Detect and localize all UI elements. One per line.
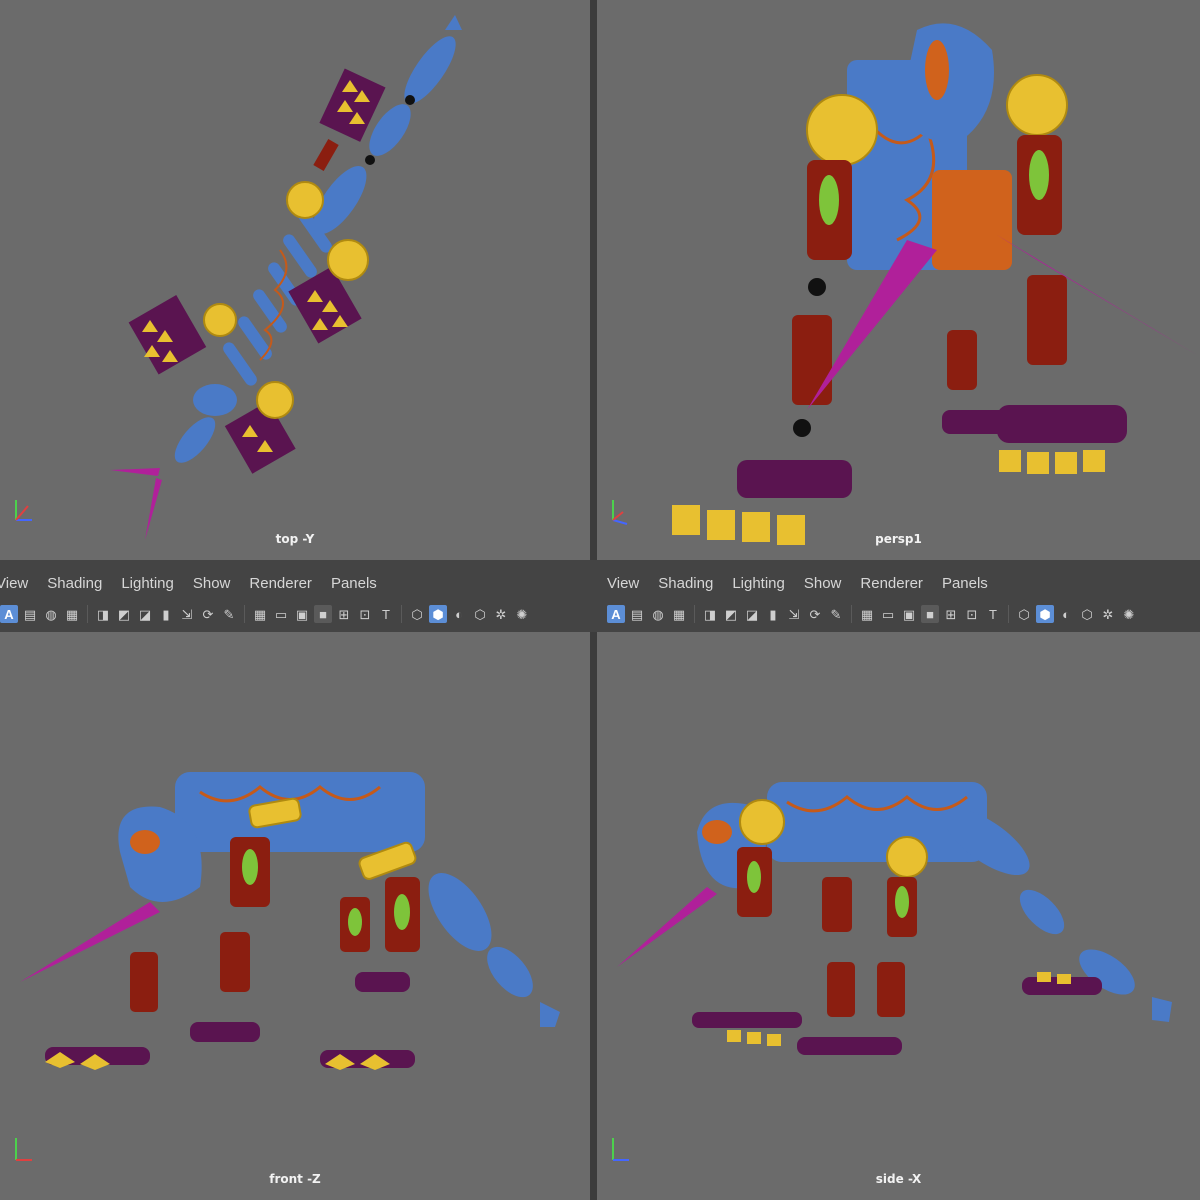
separator (87, 605, 88, 623)
gate-mask-icon[interactable]: ■ (921, 605, 939, 623)
shadows-icon[interactable]: ✺ (513, 605, 531, 623)
axis-gizmo-icon (15, 500, 32, 521)
camera-icon[interactable]: ◨ (701, 605, 719, 623)
bookmark-flag-icon[interactable]: ▮ (157, 605, 175, 623)
wireframe-icon[interactable]: ⬡ (408, 605, 426, 623)
wireframe-icon[interactable]: ⬡ (1015, 605, 1033, 623)
resolution-gate-icon[interactable]: ◪ (136, 605, 154, 623)
grid-icon[interactable]: ▦ (858, 605, 876, 623)
gate-mask-icon[interactable]: ■ (314, 605, 332, 623)
axis-gizmo-icon (612, 500, 628, 525)
robot-model-top-view (110, 15, 462, 540)
camera-attributes-icon[interactable]: ▤ (628, 605, 646, 623)
robot-model-persp-view (672, 23, 1197, 545)
shaded-wireframe-icon[interactable]: ◐ (450, 605, 468, 623)
separator (1008, 605, 1009, 623)
shaded-wireframe-icon[interactable]: ◐ (1057, 605, 1075, 623)
viewport-front[interactable]: front -Z (0, 632, 590, 1200)
lights-icon[interactable]: ✲ (1099, 605, 1117, 623)
grease-pencil-icon[interactable]: ✎ (827, 605, 845, 623)
safe-title-icon[interactable]: T (377, 605, 395, 623)
move-pivot-icon[interactable]: ⇲ (785, 605, 803, 623)
axis-gizmo-icon (612, 1138, 629, 1161)
panel-toolbar-right: A ▤ ◍ ▦ ◨ ◩ ◪ ▮ ⇲ ⟳ ✎ ▦ ▭ ▣ ■ ⊞ ⊡ T ⬡ ⬢ … (607, 601, 1138, 627)
viewport-label: top -Y (275, 532, 315, 546)
menu-panels[interactable]: Panels (942, 575, 988, 592)
panel-menubar-left: View Shading Lighting Show Renderer Pane… (0, 568, 396, 598)
rotate-pivot-icon[interactable]: ⟳ (199, 605, 217, 623)
menu-renderer[interactable]: Renderer (860, 575, 923, 592)
select-camera-button[interactable]: A (0, 605, 18, 623)
image-plane-icon[interactable]: ▦ (63, 605, 81, 623)
select-camera-button[interactable]: A (607, 605, 625, 623)
menu-view[interactable]: View (0, 575, 28, 592)
viewport-label: front -Z (269, 1172, 321, 1186)
viewport-label: persp1 (875, 532, 922, 546)
viewport-top[interactable]: top -Y (0, 0, 590, 560)
menu-show[interactable]: Show (193, 575, 231, 592)
resolution-gate-icon[interactable]: ◪ (743, 605, 761, 623)
film-gate-icon[interactable]: ◩ (722, 605, 740, 623)
menu-shading[interactable]: Shading (658, 575, 713, 592)
move-pivot-icon[interactable]: ⇲ (178, 605, 196, 623)
safe-title-icon[interactable]: T (984, 605, 1002, 623)
separator (851, 605, 852, 623)
textured-icon[interactable]: ⬡ (1078, 605, 1096, 623)
bookmark-icon[interactable]: ◍ (649, 605, 667, 623)
film-gate-toggle-icon[interactable]: ▭ (272, 605, 290, 623)
shadows-icon[interactable]: ✺ (1120, 605, 1138, 623)
film-gate-icon[interactable]: ◩ (115, 605, 133, 623)
menu-lighting[interactable]: Lighting (732, 575, 785, 592)
separator (244, 605, 245, 623)
smooth-shade-icon[interactable]: ⬢ (429, 605, 447, 623)
rotate-pivot-icon[interactable]: ⟳ (806, 605, 824, 623)
bookmark-flag-icon[interactable]: ▮ (764, 605, 782, 623)
grease-pencil-icon[interactable]: ✎ (220, 605, 238, 623)
smooth-shade-icon[interactable]: ⬢ (1036, 605, 1054, 623)
camera-icon[interactable]: ◨ (94, 605, 112, 623)
robot-model-side-view (617, 782, 1172, 1055)
axis-gizmo-icon (15, 1138, 32, 1161)
menu-view[interactable]: View (607, 575, 639, 592)
menu-renderer[interactable]: Renderer (249, 575, 312, 592)
robot-model-front-view (20, 772, 560, 1070)
safe-action-icon[interactable]: ⊡ (963, 605, 981, 623)
viewport-persp[interactable]: persp1 (597, 0, 1200, 560)
textured-icon[interactable]: ⬡ (471, 605, 489, 623)
separator (694, 605, 695, 623)
bookmark-icon[interactable]: ◍ (42, 605, 60, 623)
panel-menubar-right: View Shading Lighting Show Renderer Pane… (607, 568, 1007, 598)
camera-attributes-icon[interactable]: ▤ (21, 605, 39, 623)
panel-toolbar-left: A ▤ ◍ ▦ ◨ ◩ ◪ ▮ ⇲ ⟳ ✎ ▦ ▭ ▣ ■ ⊞ ⊡ T ⬡ ⬢ … (0, 601, 531, 627)
separator (401, 605, 402, 623)
grid-icon[interactable]: ▦ (251, 605, 269, 623)
image-plane-icon[interactable]: ▦ (670, 605, 688, 623)
viewport-side[interactable]: side -X (597, 632, 1200, 1200)
menu-shading[interactable]: Shading (47, 575, 102, 592)
menu-lighting[interactable]: Lighting (121, 575, 174, 592)
lights-icon[interactable]: ✲ (492, 605, 510, 623)
resolution-gate-toggle-icon[interactable]: ▣ (293, 605, 311, 623)
menu-show[interactable]: Show (804, 575, 842, 592)
resolution-gate-toggle-icon[interactable]: ▣ (900, 605, 918, 623)
field-chart-icon[interactable]: ⊞ (335, 605, 353, 623)
film-gate-toggle-icon[interactable]: ▭ (879, 605, 897, 623)
menu-panels[interactable]: Panels (331, 575, 377, 592)
field-chart-icon[interactable]: ⊞ (942, 605, 960, 623)
viewport-label: side -X (875, 1172, 922, 1186)
safe-action-icon[interactable]: ⊡ (356, 605, 374, 623)
